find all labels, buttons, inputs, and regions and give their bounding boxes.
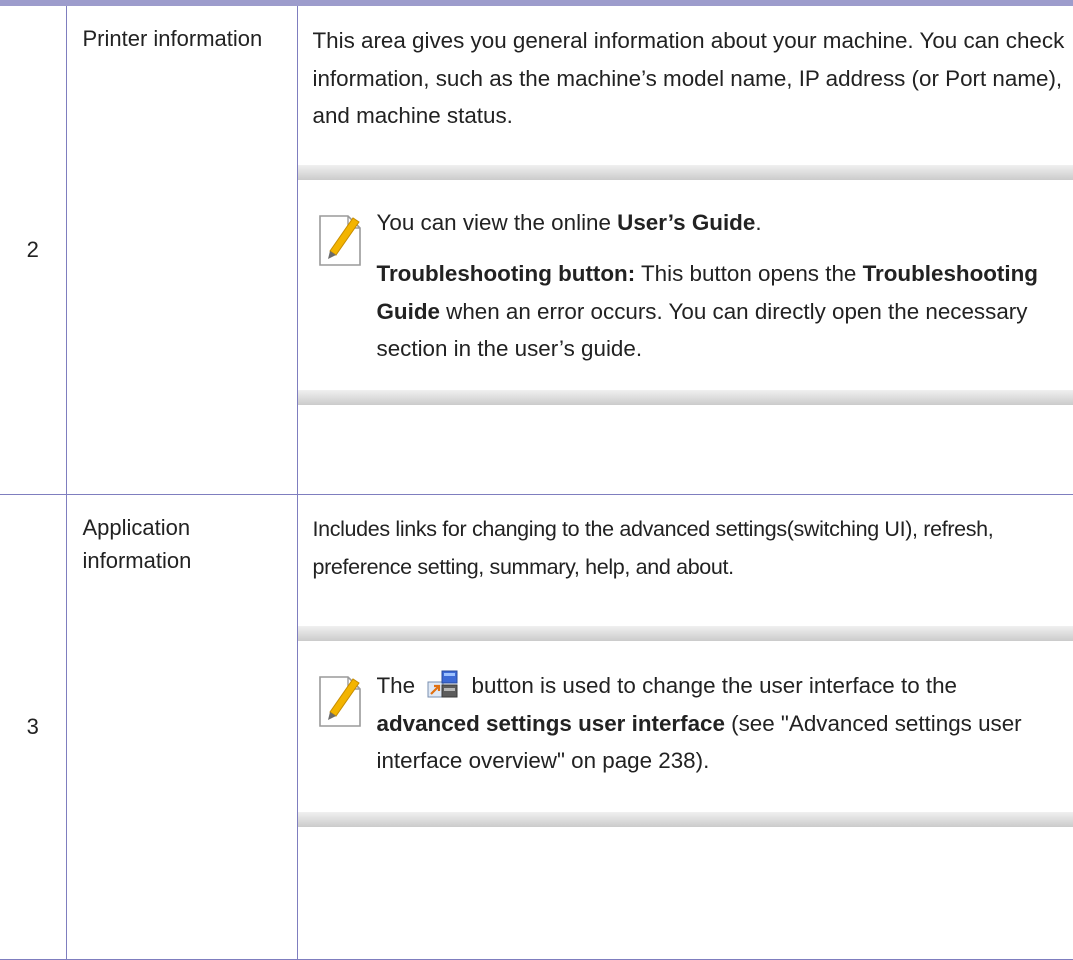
note-box: The button is used to change the user in… bbox=[297, 626, 1073, 827]
note-text: Troubleshooting button: This button open… bbox=[376, 261, 1038, 361]
note-bottom-rule bbox=[297, 811, 1073, 827]
note-text: The button is used to change the user in… bbox=[377, 667, 1066, 780]
note-top-rule bbox=[297, 164, 1073, 180]
row-number: 3 bbox=[0, 494, 66, 960]
row-number: 2 bbox=[0, 6, 66, 495]
row-description: This area gives you general information … bbox=[312, 28, 1065, 128]
note-top-rule bbox=[297, 626, 1073, 641]
note-pencil-icon bbox=[318, 676, 361, 727]
note-box: You can view the online User’s Guide. Tr… bbox=[297, 164, 1073, 405]
row-name: Application information bbox=[82, 515, 192, 573]
table-row: 3 Application information Includes links… bbox=[0, 494, 1073, 960]
document-page: 2 Printer information This area gives yo… bbox=[0, 0, 1073, 960]
note-bottom-rule bbox=[297, 389, 1073, 405]
table-row: 2 Printer information This area gives yo… bbox=[0, 6, 1073, 495]
note-text: You can view the online User’s Guide. bbox=[376, 209, 762, 235]
switch-ui-icon bbox=[427, 670, 458, 698]
row-name: Printer information bbox=[82, 26, 263, 51]
note-pencil-icon bbox=[318, 214, 361, 266]
feature-table: 2 Printer information This area gives yo… bbox=[0, 6, 1073, 960]
row-description: Includes links for changing to the advan… bbox=[312, 517, 994, 579]
